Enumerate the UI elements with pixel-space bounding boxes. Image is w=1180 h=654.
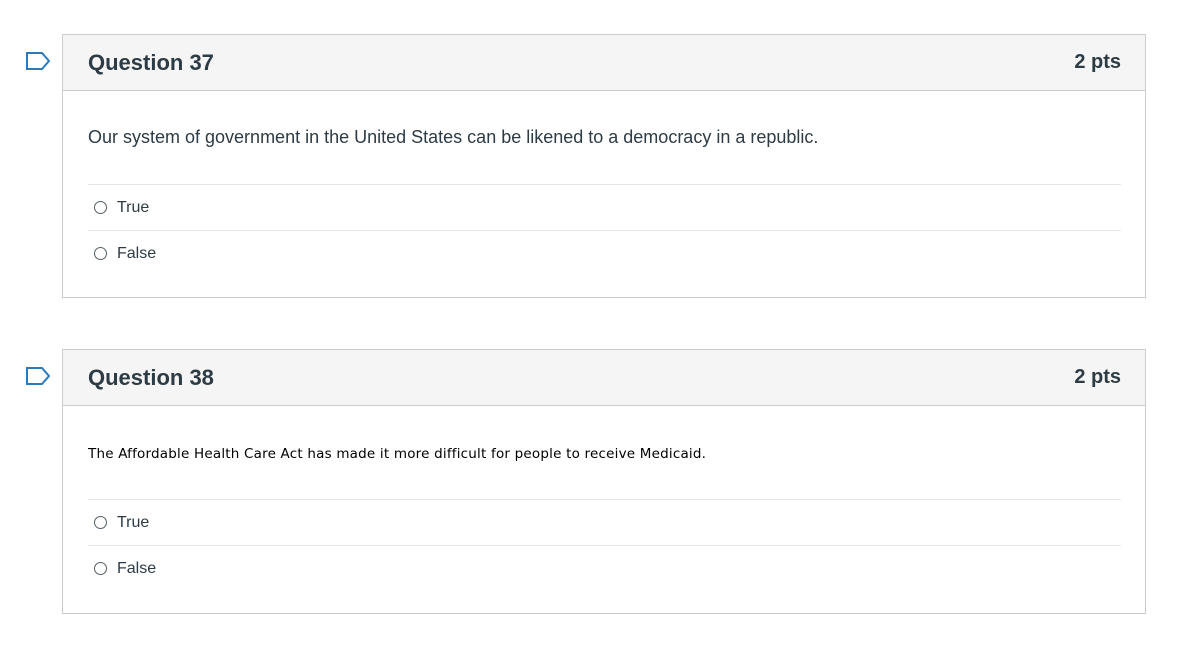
radio-button[interactable] (94, 247, 107, 260)
answer-option-true[interactable]: True (88, 185, 1121, 231)
question-header: Question 37 2 pts (63, 35, 1145, 91)
answer-option-true[interactable]: True (88, 500, 1121, 546)
answer-label: False (117, 244, 157, 262)
question-header: Question 38 2 pts (63, 350, 1145, 406)
radio-button[interactable] (94, 562, 107, 575)
question-points: 2 pts (1074, 366, 1121, 388)
answer-option-false[interactable]: False (88, 546, 1121, 591)
question-body: Our system of government in the United S… (63, 91, 1145, 276)
question-text: The Affordable Health Care Act has made … (88, 446, 707, 462)
flag-question-icon[interactable] (25, 366, 51, 386)
question-card: Question 37 2 pts Our system of governme… (62, 34, 1146, 298)
question-card: Question 38 2 pts The Affordable Health … (62, 349, 1146, 614)
radio-button[interactable] (94, 201, 107, 214)
answer-option-false[interactable]: False (88, 231, 1121, 276)
flag-question-icon[interactable] (25, 51, 51, 71)
question-title: Question 38 (88, 364, 214, 390)
question-text: Our system of government in the United S… (88, 127, 819, 147)
answer-label: True (117, 513, 150, 531)
answer-list: True False (88, 184, 1121, 276)
question-title: Question 37 (88, 49, 214, 75)
question-body: The Affordable Health Care Act has made … (63, 406, 1145, 591)
answer-list: True False (88, 499, 1121, 591)
answer-label: False (117, 559, 157, 577)
question-points: 2 pts (1074, 51, 1121, 73)
radio-button[interactable] (94, 516, 107, 529)
answer-label: True (117, 198, 150, 216)
